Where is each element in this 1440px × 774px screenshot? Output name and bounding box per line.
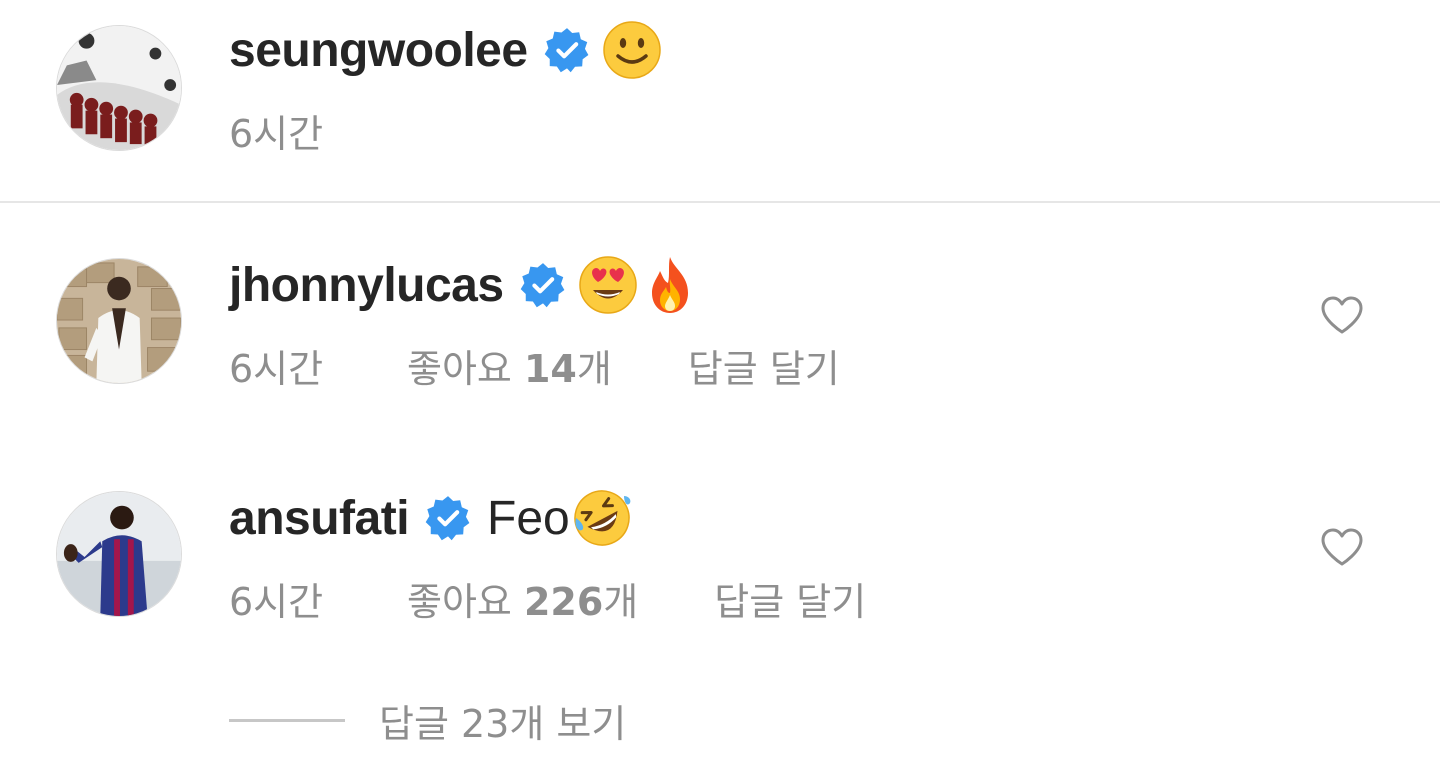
- view-replies-label: 답글 23개 보기: [379, 701, 627, 746]
- avatar-ansufati[interactable]: [56, 491, 182, 617]
- username[interactable]: ansufati: [229, 491, 410, 546]
- likes-number: 14: [523, 346, 577, 391]
- likes-unit: 개: [576, 346, 612, 391]
- likes-label: 좋아요: [407, 346, 524, 391]
- username[interactable]: seungwoolee: [229, 23, 528, 78]
- comment-headline: seungwoolee: [229, 20, 662, 80]
- avatar-image: [57, 26, 181, 150]
- slightly-smiling-face-icon: [602, 20, 662, 80]
- like-heart-icon[interactable]: [1320, 295, 1364, 335]
- divider: [0, 201, 1440, 203]
- comment-meta: 6시간 좋아요 226개 답글 달기: [229, 571, 866, 626]
- likes-label: 좋아요: [407, 579, 524, 624]
- comment-time[interactable]: 6시간: [229, 103, 407, 158]
- comment-headline: ansufati Feo: [229, 488, 632, 548]
- avatar-jhonnylucas[interactable]: [56, 258, 182, 384]
- verified-badge-icon: [425, 495, 471, 541]
- rolling-on-floor-laughing-icon: [572, 488, 632, 548]
- view-replies-line: [229, 718, 345, 722]
- fire-icon: [640, 255, 700, 315]
- reply-button[interactable]: 답글 달기: [688, 338, 840, 393]
- username[interactable]: jhonnylucas: [229, 258, 504, 313]
- likes-count[interactable]: 좋아요 226개: [407, 571, 638, 626]
- likes-count[interactable]: 좋아요 14개: [407, 338, 612, 393]
- comment-meta: 6시간 좋아요 14개 답글 달기: [229, 338, 840, 393]
- comment-time[interactable]: 6시간: [229, 571, 407, 626]
- comment-text: Feo: [487, 491, 570, 545]
- comment-headline: jhonnylucas: [229, 255, 700, 315]
- likes-unit: 개: [603, 579, 639, 624]
- comment-time[interactable]: 6시간: [229, 338, 407, 393]
- comment-meta: 6시간: [229, 103, 407, 158]
- like-heart-icon[interactable]: [1320, 527, 1364, 567]
- verified-badge-icon: [520, 262, 566, 308]
- view-replies-button[interactable]: 답글 23개 보기: [229, 695, 627, 746]
- likes-number: 226: [523, 579, 604, 624]
- verified-badge-icon: [544, 27, 590, 73]
- avatar-seungwoolee[interactable]: [56, 25, 182, 151]
- avatar-image: [57, 259, 181, 383]
- heart-eyes-face-icon: [578, 255, 638, 315]
- avatar-image: [57, 492, 181, 616]
- reply-button[interactable]: 답글 달기: [714, 571, 866, 626]
